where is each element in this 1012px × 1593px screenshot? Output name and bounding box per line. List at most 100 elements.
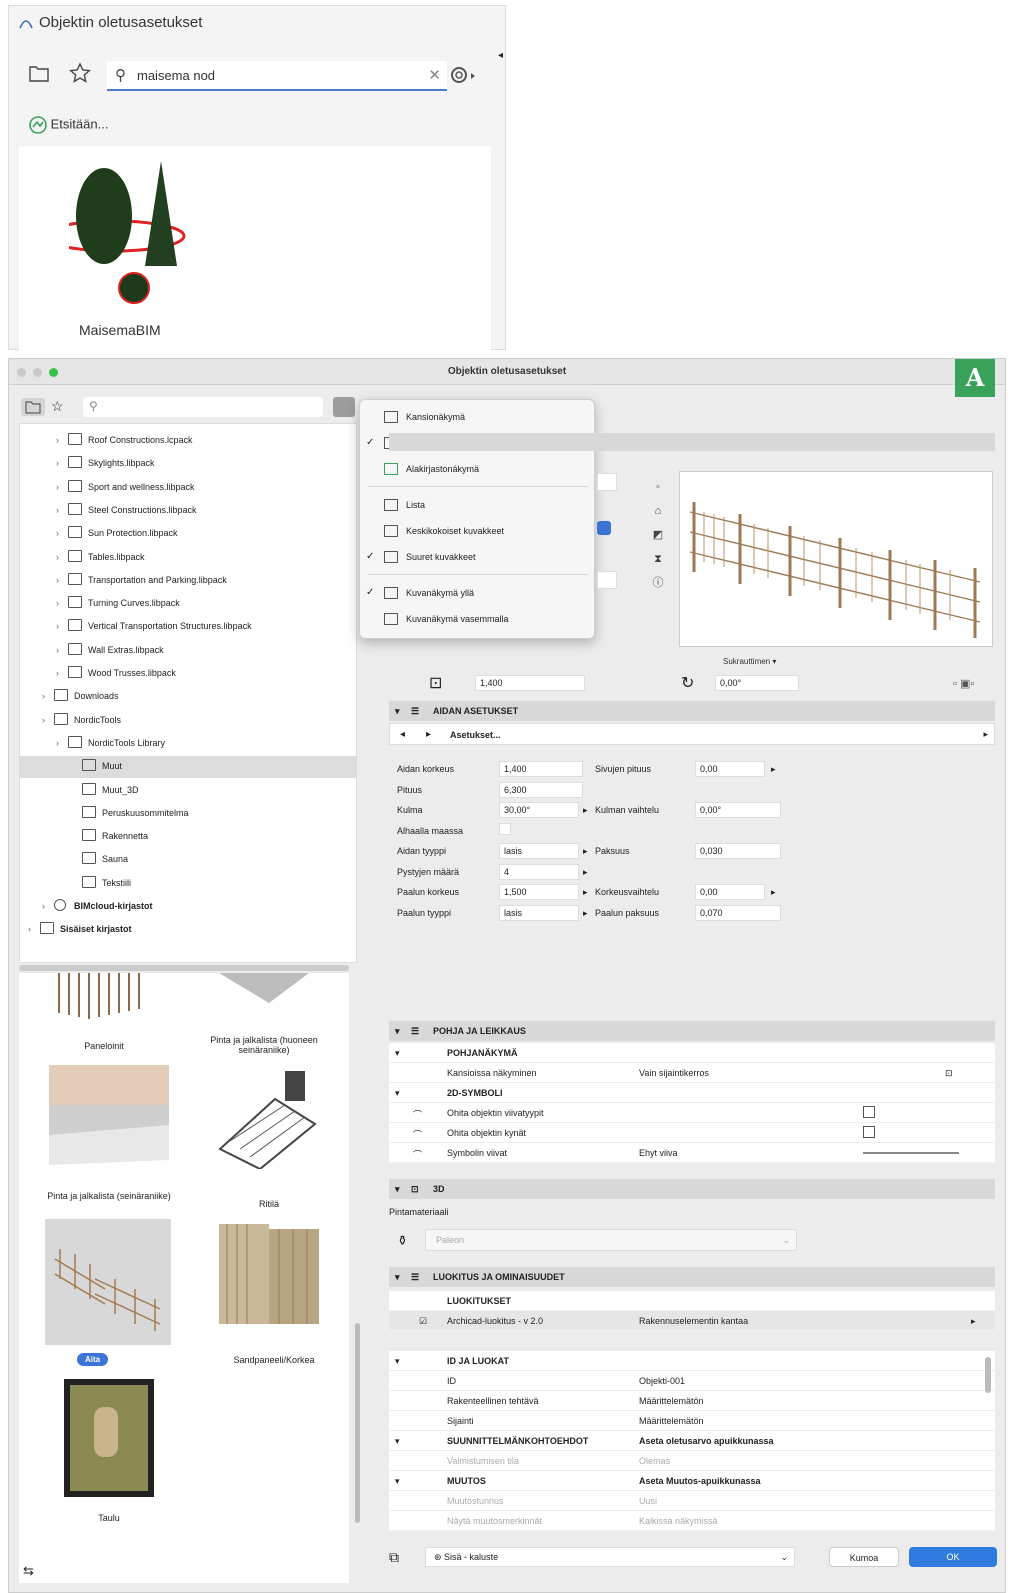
layer-icon[interactable]: ⊡ [945, 1068, 953, 1079]
field-stub[interactable] [597, 571, 617, 589]
fence-thumbnail[interactable] [45, 1219, 171, 1345]
chevron-icon[interactable]: ▾ [395, 1088, 400, 1099]
angle-field[interactable]: 0,00° [715, 675, 799, 691]
collapse-icon[interactable]: ◂ [498, 50, 503, 61]
chevron-icon[interactable]: › [56, 598, 59, 608]
property-row[interactable]: ▾ POHJANÄKYMÄ [389, 1043, 995, 1063]
ok-button[interactable]: OK [909, 1547, 997, 1567]
panel-thumbnail[interactable] [49, 973, 159, 1023]
chevron-icon[interactable]: › [56, 621, 59, 631]
material-dropdown[interactable]: Paleon ⌄ [425, 1229, 797, 1251]
classification-section[interactable]: ▾ ☰ LUOKITUS JA OMINAISUUDET [389, 1267, 995, 1287]
property-row[interactable]: ⌒ Symbolin viivat Ehyt viiva [389, 1143, 995, 1163]
tree-item[interactable]: › Sisäiset kirjastot [20, 919, 356, 941]
chevron-icon[interactable]: › [56, 458, 59, 468]
3d-section[interactable]: ▾ ⊡ 3D [389, 1179, 995, 1199]
chevron-icon[interactable]: › [56, 668, 59, 678]
stepper-icon[interactable]: ▸ [583, 887, 588, 898]
tree-item[interactable]: › Downloads [20, 686, 356, 708]
field-value[interactable]: 0,00 [695, 761, 765, 777]
folder-icon[interactable] [29, 64, 49, 87]
chevron-icon[interactable]: ▾ [395, 1356, 400, 1367]
tree-item[interactable]: › Skylights.libpack [20, 453, 356, 475]
tree-item[interactable]: › Tables.libpack [20, 547, 356, 569]
tree-item[interactable]: Peruskuusommitelma [20, 803, 356, 825]
chevron-icon[interactable]: ▾ [395, 1048, 400, 1059]
chevron-icon[interactable]: › [56, 482, 59, 492]
stepper-icon[interactable]: ▸ [583, 846, 588, 857]
property-row[interactable]: ▾ SUUNNITTELMÄNKOHTOEHDOT Aseta oletusarvo… [389, 1431, 995, 1451]
layer-dropdown[interactable]: ⊛ Sisä - kaluste ⌄ [425, 1547, 795, 1567]
chevron-icon[interactable]: › [56, 552, 59, 562]
tree-item[interactable]: › Wall Extras.libpack [20, 640, 356, 662]
field-value[interactable]: 4 [499, 863, 579, 880]
property-row[interactable]: ☑ Archicad-luokitus - v 2.0 Rakennuselemen… [389, 1311, 995, 1331]
chevron-icon[interactable]: › [56, 738, 59, 748]
property-row[interactable]: Näytä muutosmerkinnät Kaikissa näkymissä [389, 1511, 995, 1531]
stepper-icon[interactable]: ▸ [583, 805, 588, 816]
vertical-scrollbar[interactable] [355, 1323, 360, 1523]
chevron-icon[interactable]: › [56, 435, 59, 445]
cancel-button[interactable]: Kumoa [829, 1547, 899, 1567]
property-row[interactable]: ▾ ID JA LUOKAT [389, 1351, 995, 1371]
stepper-icon[interactable]: ▸ [771, 764, 776, 775]
height-field[interactable]: 1,400 [475, 675, 585, 691]
property-row[interactable]: ID Objekti-001 [389, 1371, 995, 1391]
tree-item[interactable]: › Wood Trusses.libpack [20, 663, 356, 685]
property-row[interactable]: ⌒ Ohita objektin kynät [389, 1123, 995, 1143]
tree-item[interactable]: Sauna [20, 849, 356, 871]
field-value[interactable]: 0,030 [695, 843, 781, 859]
clear-icon[interactable]: ✕ [428, 66, 441, 84]
stepper-icon[interactable]: ▸ [583, 867, 588, 878]
tree-item[interactable]: › Steel Constructions.libpack [20, 500, 356, 522]
checkbox[interactable] [863, 1106, 875, 1118]
chevron-icon[interactable]: › [56, 505, 59, 515]
stepper-icon[interactable] [597, 521, 611, 535]
chevron-icon[interactable]: › [28, 924, 31, 934]
tree-item[interactable]: › Transportation and Parking.libpack [20, 570, 356, 592]
dropdown-icon[interactable]: ▸ [971, 1316, 976, 1327]
chevron-icon[interactable]: › [56, 645, 59, 655]
chevron-icon[interactable]: ▾ [395, 1476, 400, 1487]
field-value[interactable]: 1,400 [499, 761, 583, 777]
field-value[interactable]: 0,00° [695, 802, 781, 818]
chevron-icon[interactable]: › [42, 691, 45, 701]
tree-item[interactable]: Rakennetta [20, 826, 356, 848]
baseboard-thumbnail[interactable] [209, 973, 319, 1013]
grating-thumbnail[interactable] [215, 1069, 325, 1171]
tree-item[interactable]: › Turning Curves.libpack [20, 593, 356, 615]
painting-thumbnail[interactable] [64, 1379, 154, 1497]
field-value[interactable]: 0,070 [695, 905, 781, 921]
stepper-icon[interactable]: ▸ [583, 908, 588, 919]
settings-nav[interactable]: ◂ ▸ Asetukset... ▸ [389, 723, 995, 745]
property-row[interactable]: Rakenteellinen tehtävä Määrittelemätön [389, 1391, 995, 1411]
folder-view-icon[interactable] [21, 398, 45, 416]
tree-item[interactable]: Muut [20, 756, 356, 779]
search-input[interactable]: ⚲ [83, 397, 323, 417]
field-value[interactable]: 0,00 [695, 884, 765, 900]
chevron-icon[interactable]: › [42, 901, 45, 911]
property-row[interactable]: LUOKITUKSET [389, 1291, 995, 1311]
checkbox[interactable] [863, 1126, 875, 1138]
field-stub[interactable] [597, 473, 617, 491]
field-value[interactable]: lasis [499, 904, 579, 921]
chevron-icon[interactable]: ▾ [395, 1436, 400, 1447]
preview-mode-icons[interactable]: ◦ ⌂ ◩ ⧗ ⓘ [651, 475, 665, 595]
property-row[interactable]: Kansioissa näkyminen Vain sijaintikerros ⊡ [389, 1063, 995, 1083]
star-icon[interactable] [69, 62, 91, 89]
preview-dropdown[interactable]: Sukrauttimen ▾ [723, 657, 776, 666]
search-input[interactable]: ⚲ maisema nod ✕ [107, 61, 447, 91]
landscape-object-thumbnail[interactable] [42, 161, 189, 316]
sandwich-panel-thumbnail[interactable] [215, 1219, 325, 1329]
property-row[interactable]: ▾ MUUTOS Aseta Muutos-apuikkunassa [389, 1471, 995, 1491]
property-row[interactable]: ▾ 2D-SYMBOLI [389, 1083, 995, 1103]
property-row[interactable]: Muutostunnus Uusi [389, 1491, 995, 1511]
chevron-icon[interactable]: › [56, 575, 59, 585]
tree-item[interactable]: › Sport and wellness.libpack [20, 477, 356, 499]
tree-item[interactable]: Muut_3D [20, 780, 356, 802]
fence-settings-section[interactable]: ▾ ☰ AIDAN ASETUKSET [389, 701, 995, 721]
field-value[interactable]: 6,300 [499, 781, 583, 798]
vertical-scrollbar[interactable] [985, 1357, 991, 1393]
tree-item[interactable]: Tekstiili [20, 873, 356, 895]
chevron-icon[interactable]: › [56, 528, 59, 538]
